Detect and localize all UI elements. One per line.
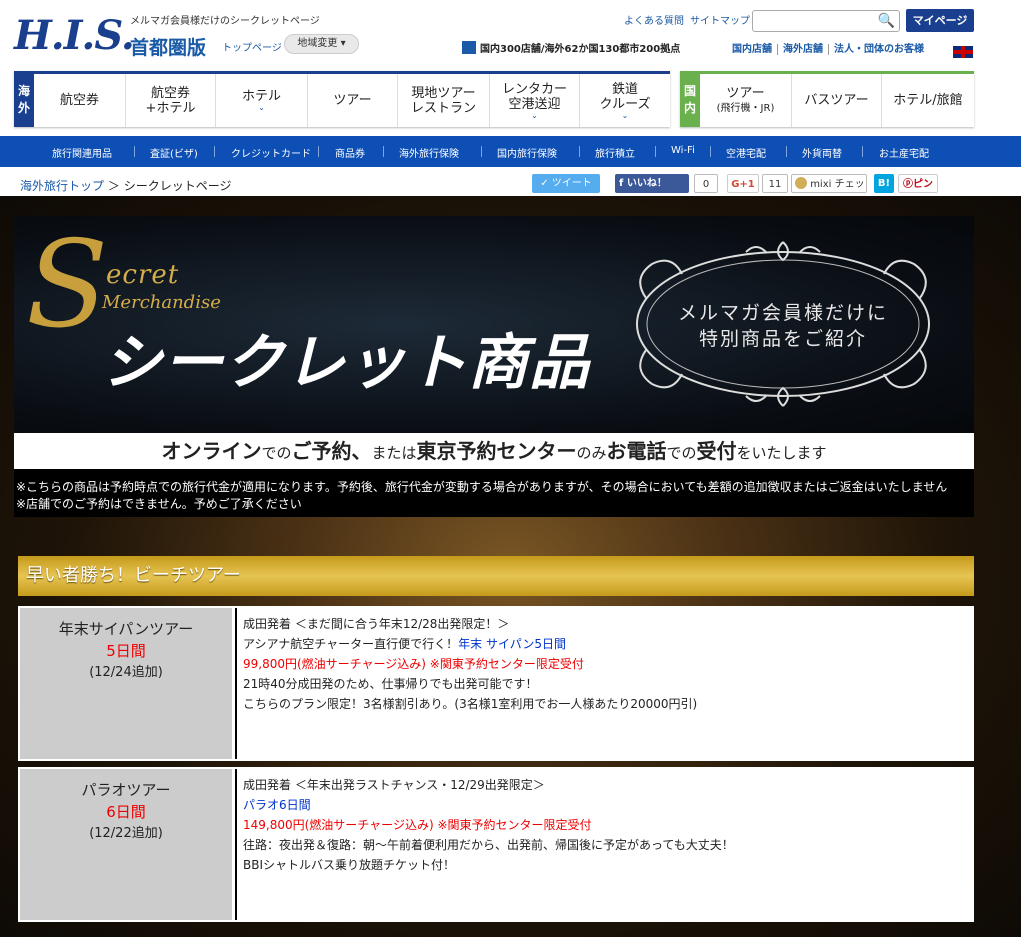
banner-frame-line2: 特別商品をご紹介 — [698, 328, 867, 350]
mixi-icon — [795, 177, 807, 189]
subnav-currency[interactable]: 外貨両替 — [802, 145, 842, 160]
store-links: 国内店舗 海外店舗 法人・団体のお客様 — [732, 40, 929, 55]
corporate-link[interactable]: 法人・団体のお客様 — [828, 44, 929, 55]
tour-days: 6日間 — [106, 803, 146, 821]
subnav-travel-goods[interactable]: 旅行関連用品 — [52, 145, 112, 160]
like-count: 0 — [694, 174, 718, 193]
subnav-airport-delivery[interactable]: 空港宅配 — [726, 145, 766, 160]
header-tagline: メルマガ会員様だけのシークレットページ — [130, 16, 320, 27]
subnav-credit-card[interactable]: クレジットカード — [231, 145, 311, 160]
section-title: 早い者勝ち！ビーチツアー — [18, 556, 974, 596]
building-icon — [462, 41, 476, 54]
tour-days: 5日間 — [106, 642, 146, 660]
nav-local-tour[interactable]: 現地ツアー レストラン — [398, 74, 490, 127]
store-count: 国内300店舗/海外62か国130都市200拠点 — [462, 40, 680, 55]
overseas-tag: 海外 — [14, 74, 34, 127]
mixi-check-button[interactable]: mixi チェック — [791, 174, 867, 209]
nav-rail-cruise[interactable]: 鉄道 クルーズ ⌄ — [580, 74, 670, 127]
breadcrumb-home[interactable]: 海外旅行トップ — [20, 179, 104, 193]
tour-name: パラオツアー — [81, 781, 171, 799]
booking-notice: オンラインでのご予約、または東京予約センターのみお電話での受付をいたします — [14, 433, 974, 469]
chevron-down-icon: ⌄ — [621, 110, 629, 120]
tour-card: 年末サイパンツアー 5日間 (12/24追加) 成田発着 ＜まだ間に合う年末12… — [18, 606, 974, 761]
sub-nav: 旅行関連用品 査証(ビザ) クレジットカード 商品券 海外旅行保険 国内旅行保険… — [0, 136, 1021, 167]
overseas-nav: 海外 航空券 航空券 +ホテル ホテル ⌄ ツアー 現地ツアー レストラン レンタ… — [14, 71, 670, 127]
region-change-button[interactable]: 地域変更 ▾ — [284, 34, 359, 54]
tweet-button[interactable]: ✓ ツイート — [532, 174, 600, 193]
nav-domestic-tour[interactable]: ツアー (飛行機・JR) — [700, 74, 792, 127]
search-icon[interactable]: 🔍 — [878, 13, 895, 29]
tour-added-date: (12/24追加) — [89, 665, 163, 680]
chevron-down-icon: ⌄ — [531, 110, 538, 120]
pinterest-icon: ⓟ — [903, 179, 913, 190]
subnav-domestic-insurance[interactable]: 国内旅行保険 — [497, 145, 557, 160]
gplus-count: 11 — [762, 174, 788, 193]
hatena-bookmark-button[interactable]: B! — [874, 174, 894, 193]
region-title: 首都圏版 — [130, 37, 207, 59]
site-header: H.I.S. メルマガ会員様だけのシークレットページ 首都圏版 トップページ 地… — [0, 0, 1021, 70]
nav-domestic-hotel[interactable]: ホテル/旅館 — [882, 74, 974, 127]
faq-link[interactable]: よくある質問 — [624, 12, 684, 27]
tour-details: 成田発着 ＜年末出発ラストチャンス・12/29出発限定＞ パラオ6日間 149,… — [235, 769, 972, 920]
nav-bus-tour[interactable]: バスツアー — [792, 74, 882, 127]
sitemap-link[interactable]: サイトマップ — [690, 12, 750, 27]
tour-details: 成田発着 ＜まだ間に合う年末12/28出発限定！＞ アシアナ航空チャーター直行便… — [235, 608, 972, 759]
tour-card: パラオツアー 6日間 (12/22追加) 成田発着 ＜年末出発ラストチャンス・1… — [18, 767, 974, 922]
domestic-tag: 国内 — [680, 74, 700, 127]
banner-title: シークレット商品 — [102, 328, 590, 398]
tour-link[interactable]: パラオ6日間 — [243, 798, 311, 812]
mypage-button[interactable]: マイページ — [906, 9, 974, 32]
banner-notes: ※こちらの商品は予約時点での旅行代金が適用になります。予約後、旅行代金が変動する… — [14, 469, 974, 517]
note-store: ※店舗でのご予約はできません。予めご了承ください — [16, 497, 302, 511]
overseas-stores-link[interactable]: 海外店舗 — [777, 44, 828, 55]
secret-banner: S ecret Merchandise シークレット商品 メルマガ会員様だけに … — [14, 216, 974, 433]
english-flag-icon[interactable] — [953, 46, 973, 58]
subnav-overseas-insurance[interactable]: 海外旅行保険 — [399, 145, 459, 160]
tour-summary: 年末サイパンツアー 5日間 (12/24追加) — [20, 608, 232, 759]
subnav-visa[interactable]: 査証(ビザ) — [150, 145, 198, 160]
tour-link[interactable]: 年末 サイパン5日間 — [458, 637, 566, 651]
his-logo[interactable]: H.I.S. — [14, 12, 135, 59]
top-page-link[interactable]: トップページ — [222, 39, 282, 54]
nav-flights[interactable]: 航空券 — [34, 74, 126, 127]
breadcrumb-current: シークレットページ — [123, 179, 232, 193]
chevron-down-icon: ⌄ — [258, 103, 265, 112]
tour-name: 年末サイパンツアー — [58, 620, 194, 638]
domestic-stores-link[interactable]: 国内店舗 — [732, 44, 777, 55]
banner-secret: ecret — [106, 260, 180, 290]
gplus-button[interactable]: G+1 — [727, 174, 759, 193]
tour-price: 99,800円(燃油サーチャージ込み) ※関東予約センター限定受付 — [243, 657, 584, 671]
nav-rentacar[interactable]: レンタカー 空港送迎 ⌄ — [490, 74, 580, 127]
tour-added-date: (12/22追加) — [89, 826, 163, 841]
tour-summary: パラオツアー 6日間 (12/22追加) — [20, 769, 232, 920]
pinterest-button[interactable]: ⓟピン — [898, 174, 938, 193]
search-input[interactable]: 🔍 — [752, 10, 900, 32]
main-nav: 海外 航空券 航空券 +ホテル ホテル ⌄ ツアー 現地ツアー レストラン レンタ… — [14, 71, 974, 127]
domestic-nav: 国内 ツアー (飛行機・JR) バスツアー ホテル/旅館 — [680, 71, 974, 127]
subnav-gift-card[interactable]: 商品券 — [335, 145, 365, 160]
banner-s-letter: S — [26, 216, 109, 355]
banner-merchandise: Merchandise — [102, 292, 221, 313]
subnav-souvenir[interactable]: お土産宅配 — [879, 145, 929, 160]
subnav-travel-savings[interactable]: 旅行積立 — [595, 145, 635, 160]
banner-frame-line1: メルマガ会員様だけに — [677, 302, 888, 324]
breadcrumb: 海外旅行トップ ＞ シークレットページ — [20, 179, 232, 193]
twitter-icon: ✓ — [540, 178, 549, 189]
note-price: ※こちらの商品は予約時点での旅行代金が適用になります。予約後、旅行代金が変動する… — [16, 480, 948, 494]
nav-tour[interactable]: ツアー — [308, 74, 398, 127]
nav-flight-hotel[interactable]: 航空券 +ホテル — [126, 74, 216, 127]
facebook-icon: f — [619, 178, 624, 189]
nav-hotel[interactable]: ホテル ⌄ — [216, 74, 308, 127]
facebook-like-button[interactable]: f いいね！ — [615, 174, 689, 193]
tour-price: 149,800円(燃油サーチャージ込み) ※関東予約センター限定受付 — [243, 818, 592, 832]
subnav-wifi[interactable]: Wi-Fi — [671, 145, 695, 156]
